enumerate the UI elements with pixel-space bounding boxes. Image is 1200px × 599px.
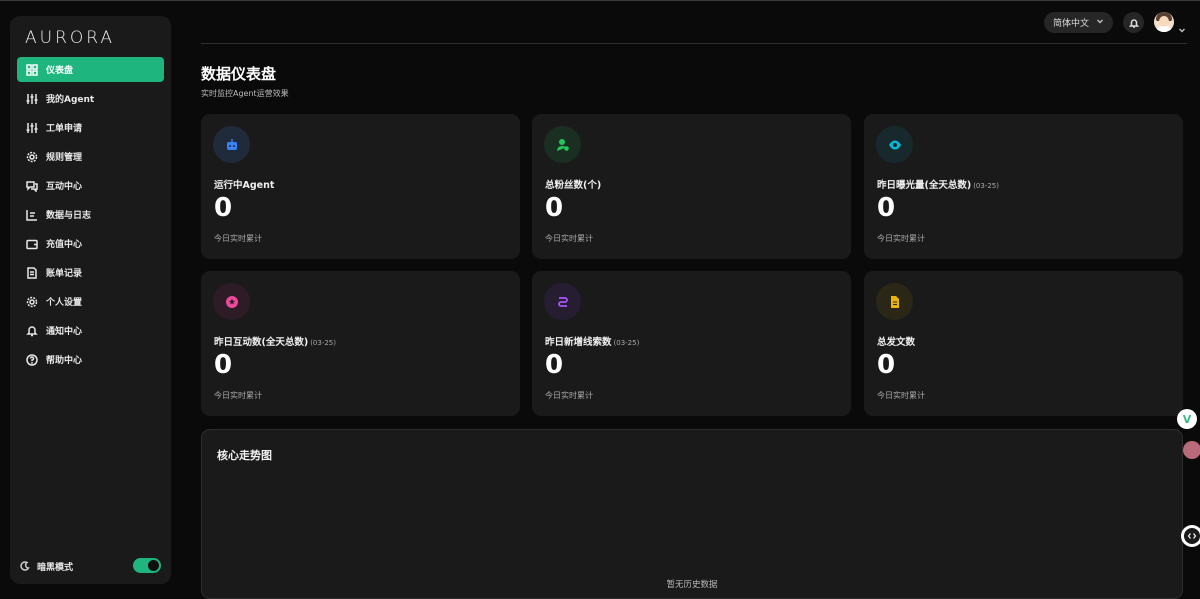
stat-date: (03-25) bbox=[310, 339, 336, 347]
stat-card-running-agents: 运行中Agent 0 今日实时累计 bbox=[201, 114, 520, 259]
stat-date: (03-25) bbox=[613, 339, 640, 347]
bell-icon bbox=[1128, 18, 1139, 28]
stat-date: (03-25) bbox=[973, 182, 999, 190]
header-divider bbox=[201, 43, 1187, 44]
sidebar-item-notifications[interactable]: 通知中心 bbox=[17, 318, 164, 343]
toggle-knob bbox=[148, 560, 159, 571]
code-toggle-icon[interactable] bbox=[1181, 525, 1200, 547]
sidebar-item-settings[interactable]: 个人设置 bbox=[17, 289, 164, 314]
sidebar: AURORA 仪表盘 我的Agent 工单申请 规则管理 互动中心 数据与日志 … bbox=[10, 16, 171, 584]
sliders-icon bbox=[26, 93, 38, 105]
language-label: 简体中文 bbox=[1053, 19, 1090, 29]
user-icon bbox=[544, 126, 581, 163]
sidebar-nav: 仪表盘 我的Agent 工单申请 规则管理 互动中心 数据与日志 充值中心 账单… bbox=[17, 57, 164, 376]
gear-icon bbox=[26, 296, 38, 308]
stat-value: 0 bbox=[545, 350, 564, 380]
stat-footer: 今日实时累计 bbox=[214, 234, 262, 243]
stat-footer: 今日实时累计 bbox=[877, 391, 925, 400]
stat-card-total-posts: 总发文数 0 今日实时累计 bbox=[864, 271, 1183, 416]
page-subtitle: 实时监控Agent运营效果 bbox=[201, 89, 289, 98]
stat-card-interactions: 昨日互动数(全天总数) (03-25) 0 今日实时累计 bbox=[201, 271, 520, 416]
stat-footer: 今日实时累计 bbox=[545, 234, 593, 243]
gear-icon bbox=[26, 151, 38, 163]
dark-mode-toggle[interactable] bbox=[133, 558, 161, 573]
stat-label: 总发文数 bbox=[877, 337, 916, 348]
sidebar-item-dashboard[interactable]: 仪表盘 bbox=[17, 57, 164, 82]
sidebar-item-label: 充值中心 bbox=[46, 240, 83, 250]
document-icon bbox=[26, 266, 38, 279]
chart-icon bbox=[26, 209, 38, 221]
chevron-down-icon[interactable] bbox=[1178, 19, 1186, 33]
app-logo: AURORA bbox=[25, 28, 116, 48]
avatar[interactable] bbox=[1154, 12, 1174, 32]
sidebar-item-label: 互动中心 bbox=[46, 182, 83, 192]
chat-icon bbox=[26, 180, 38, 192]
stat-value: 0 bbox=[877, 193, 896, 223]
top-border bbox=[0, 0, 1200, 1]
sidebar-item-recharge[interactable]: 充值中心 bbox=[17, 231, 164, 256]
page-title: 数据仪表盘 bbox=[201, 65, 277, 83]
stat-card-new-leads: 昨日新增线索数 (03-25) 0 今日实时累计 bbox=[532, 271, 851, 416]
stat-label: 总粉丝数(个) bbox=[545, 180, 602, 191]
language-selector[interactable]: 简体中文 bbox=[1044, 12, 1113, 33]
trend-empty-message: 暂无历史数据 bbox=[666, 580, 718, 590]
wallet-icon bbox=[26, 238, 38, 250]
chevron-down-icon bbox=[1096, 17, 1104, 25]
dark-mode-label: 暗黑模式 bbox=[37, 562, 74, 573]
eye-icon bbox=[876, 126, 913, 163]
sidebar-item-label: 账单记录 bbox=[46, 269, 83, 279]
stat-label: 昨日曝光量(全天总数) bbox=[877, 180, 972, 191]
stat-footer: 今日实时累计 bbox=[877, 234, 925, 243]
moon-icon bbox=[20, 561, 30, 571]
stat-value: 0 bbox=[214, 193, 233, 223]
bell-icon bbox=[26, 325, 38, 337]
route-icon bbox=[544, 283, 581, 320]
sidebar-item-label: 通知中心 bbox=[46, 327, 83, 337]
help-icon bbox=[26, 353, 38, 366]
file-icon bbox=[876, 283, 913, 320]
notification-button[interactable] bbox=[1123, 12, 1144, 33]
stat-label: 昨日互动数(全天总数) bbox=[214, 337, 309, 348]
stat-label: 运行中Agent bbox=[214, 180, 275, 191]
stat-card-total-fans: 总粉丝数(个) 0 今日实时累计 bbox=[532, 114, 851, 259]
sidebar-item-ticket[interactable]: 工单申请 bbox=[17, 115, 164, 140]
sidebar-item-label: 工单申请 bbox=[46, 124, 83, 134]
extension-icon[interactable] bbox=[1183, 441, 1200, 459]
sidebar-item-interaction[interactable]: 互动中心 bbox=[17, 173, 164, 198]
sidebar-item-label: 仪表盘 bbox=[46, 66, 74, 76]
stat-value: 0 bbox=[545, 193, 564, 223]
sidebar-item-label: 规则管理 bbox=[46, 153, 83, 163]
sidebar-item-label: 帮助中心 bbox=[46, 356, 83, 366]
sliders-icon bbox=[26, 122, 38, 134]
sidebar-item-label: 个人设置 bbox=[46, 298, 83, 308]
stat-value: 0 bbox=[877, 350, 896, 380]
sidebar-item-billing[interactable]: 账单记录 bbox=[17, 260, 164, 285]
dashboard-icon bbox=[26, 63, 38, 76]
stat-footer: 今日实时累计 bbox=[214, 391, 262, 400]
dark-mode-row: 暗黑模式 bbox=[20, 558, 161, 574]
stat-label: 昨日新增线索数 bbox=[545, 337, 612, 348]
sidebar-item-rules[interactable]: 规则管理 bbox=[17, 144, 164, 169]
sidebar-item-label: 数据与日志 bbox=[46, 211, 92, 221]
stat-footer: 今日实时累计 bbox=[545, 391, 593, 400]
sidebar-item-my-agent[interactable]: 我的Agent bbox=[17, 86, 164, 111]
trend-title: 核心走势图 bbox=[217, 449, 272, 462]
stat-value: 0 bbox=[214, 350, 233, 380]
stat-card-impressions: 昨日曝光量(全天总数) (03-25) 0 今日实时累计 bbox=[864, 114, 1183, 259]
trend-panel: 核心走势图 暂无历史数据 bbox=[201, 429, 1183, 599]
sidebar-item-data-logs[interactable]: 数据与日志 bbox=[17, 202, 164, 227]
sidebar-item-help[interactable]: 帮助中心 bbox=[17, 347, 164, 372]
robot-icon bbox=[213, 126, 250, 163]
vue-devtools-icon[interactable]: V bbox=[1177, 409, 1197, 429]
star-chat-icon bbox=[213, 283, 250, 320]
sidebar-item-label: 我的Agent bbox=[46, 95, 95, 105]
